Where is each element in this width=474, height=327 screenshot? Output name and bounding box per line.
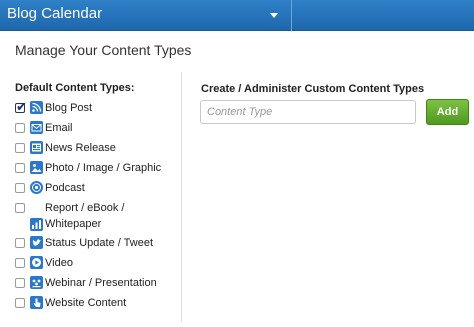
- podcast-checkbox[interactable]: [15, 183, 25, 193]
- bar-chart-icon: [30, 218, 43, 231]
- type-label: Website Content: [45, 297, 127, 309]
- type-label: Report / eBook / Whitepaper: [45, 200, 175, 232]
- app-menu-dropdown[interactable]: [266, 8, 282, 22]
- type-label: Video: [45, 257, 73, 269]
- play-icon: [30, 256, 43, 269]
- type-label: Status Update / Tweet: [45, 237, 154, 249]
- default-types-heading: Default Content Types:: [15, 82, 135, 94]
- presentation-icon: [30, 276, 43, 289]
- type-label: Photo / Image / Graphic: [45, 162, 162, 174]
- type-label: Podcast: [45, 182, 85, 194]
- cursor-icon: [30, 296, 43, 309]
- video-checkbox[interactable]: [15, 258, 25, 268]
- column-divider: [181, 72, 182, 322]
- photo-checkbox[interactable]: [15, 163, 25, 173]
- rss-icon: [30, 101, 43, 114]
- chevron-down-icon: [270, 13, 278, 18]
- page-title: Manage Your Content Types: [15, 42, 192, 58]
- envelope-icon: [30, 121, 43, 134]
- content-type-input[interactable]: [200, 100, 416, 124]
- app-header: Blog Calendar: [0, 0, 474, 31]
- bird-icon: [30, 236, 43, 249]
- app-title: Blog Calendar: [7, 5, 103, 22]
- image-icon: [30, 161, 43, 174]
- podcast-icon: [30, 181, 43, 194]
- type-label: News Release: [45, 142, 116, 154]
- email-checkbox[interactable]: [15, 123, 25, 133]
- header-divider: [291, 0, 292, 31]
- report-checkbox[interactable]: [15, 203, 25, 213]
- type-label: Webinar / Presentation: [45, 277, 157, 289]
- custom-types-heading: Create / Administer Custom Content Types: [201, 83, 425, 95]
- status-update-checkbox[interactable]: [15, 238, 25, 248]
- news-release-checkbox[interactable]: [15, 143, 25, 153]
- website-content-checkbox[interactable]: [15, 298, 25, 308]
- webinar-checkbox[interactable]: [15, 278, 25, 288]
- type-label: Email: [45, 122, 73, 134]
- type-label-text: Report / eBook / Whitepaper: [45, 202, 125, 230]
- blog-post-checkbox[interactable]: ✔: [15, 99, 27, 114]
- add-button[interactable]: Add: [426, 99, 469, 125]
- newspaper-icon: [30, 141, 43, 154]
- checkmark-icon: ✔: [16, 99, 27, 114]
- type-label: Blog Post: [45, 102, 93, 114]
